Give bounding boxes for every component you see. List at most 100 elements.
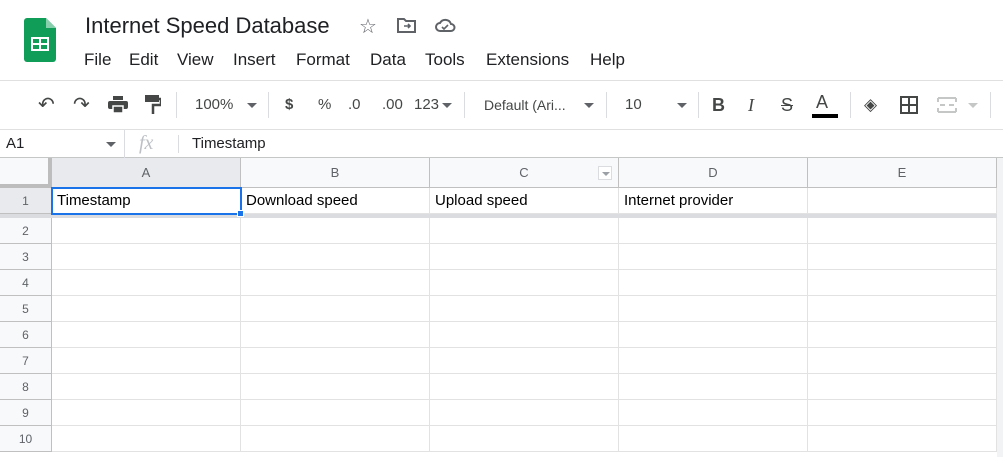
row-header-1[interactable]: 1 <box>0 188 52 214</box>
cell-c4[interactable] <box>430 270 619 296</box>
cell-d10[interactable] <box>619 426 808 452</box>
cell-d4[interactable] <box>619 270 808 296</box>
font-size-select[interactable]: 10 <box>625 95 642 115</box>
cell-b7[interactable] <box>241 348 430 374</box>
font-select[interactable]: Default (Ari... <box>484 95 566 115</box>
cell-e1[interactable] <box>808 188 997 214</box>
cell-d2[interactable] <box>619 218 808 244</box>
menu-view[interactable]: View <box>177 50 214 70</box>
merge-cells-icon[interactable] <box>937 97 957 113</box>
cell-e6[interactable] <box>808 322 997 348</box>
fill-color-icon[interactable]: ◈ <box>864 95 877 115</box>
menu-tools[interactable]: Tools <box>425 50 465 70</box>
column-header-d[interactable]: D <box>619 158 808 188</box>
decrease-decimal-button[interactable]: .0 <box>348 95 361 115</box>
row-header-10[interactable]: 10 <box>0 426 52 452</box>
fill-handle[interactable] <box>237 210 244 217</box>
cell-c1[interactable]: Upload speed <box>430 188 619 214</box>
menu-edit[interactable]: Edit <box>129 50 158 70</box>
menu-help[interactable]: Help <box>590 50 625 70</box>
cell-d7[interactable] <box>619 348 808 374</box>
spreadsheet-grid[interactable]: A B C D E 1 Timestamp Download speed Upload spee… <box>0 158 1003 457</box>
column-header-b[interactable]: B <box>241 158 430 188</box>
cell-e3[interactable] <box>808 244 997 270</box>
zoom-select[interactable]: 100% <box>195 95 233 115</box>
star-icon[interactable]: ☆ <box>359 14 377 39</box>
undo-icon[interactable]: ↶ <box>38 95 55 115</box>
cell-b10[interactable] <box>241 426 430 452</box>
sheets-logo[interactable] <box>24 18 56 62</box>
cell-a9[interactable] <box>52 400 241 426</box>
row-header-4[interactable]: 4 <box>0 270 52 296</box>
cell-b6[interactable] <box>241 322 430 348</box>
column-header-a[interactable]: A <box>52 158 241 188</box>
cell-c10[interactable] <box>430 426 619 452</box>
cell-e8[interactable] <box>808 374 997 400</box>
print-icon[interactable] <box>108 96 128 114</box>
row-header-3[interactable]: 3 <box>0 244 52 270</box>
document-title[interactable]: Internet Speed Database <box>85 13 330 39</box>
cell-c3[interactable] <box>430 244 619 270</box>
cell-c9[interactable] <box>430 400 619 426</box>
cell-d3[interactable] <box>619 244 808 270</box>
cell-e4[interactable] <box>808 270 997 296</box>
cell-c2[interactable] <box>430 218 619 244</box>
menu-format[interactable]: Format <box>296 50 350 70</box>
cell-b1[interactable]: Download speed <box>241 188 430 214</box>
cell-c5[interactable] <box>430 296 619 322</box>
cell-a5[interactable] <box>52 296 241 322</box>
cell-e10[interactable] <box>808 426 997 452</box>
redo-icon[interactable]: ↷ <box>73 95 90 115</box>
row-header-2[interactable]: 2 <box>0 218 52 244</box>
cell-d6[interactable] <box>619 322 808 348</box>
cell-e9[interactable] <box>808 400 997 426</box>
cell-d8[interactable] <box>619 374 808 400</box>
filter-dropdown-icon[interactable] <box>598 166 612 180</box>
menu-insert[interactable]: Insert <box>233 50 276 70</box>
cell-a2[interactable] <box>52 218 241 244</box>
vertical-scrollbar[interactable] <box>997 158 1003 457</box>
cloud-saved-icon[interactable] <box>434 17 456 33</box>
menu-extensions[interactable]: Extensions <box>486 50 569 70</box>
formula-input[interactable]: Timestamp <box>192 135 266 152</box>
cell-b8[interactable] <box>241 374 430 400</box>
cell-b5[interactable] <box>241 296 430 322</box>
row-header-5[interactable]: 5 <box>0 296 52 322</box>
italic-button[interactable]: I <box>748 95 754 115</box>
name-box[interactable]: A1 <box>6 135 24 152</box>
column-header-e[interactable]: E <box>808 158 997 188</box>
column-header-c[interactable]: C <box>430 158 619 188</box>
cell-b2[interactable] <box>241 218 430 244</box>
number-format-button[interactable]: 123 <box>414 95 439 115</box>
cell-a8[interactable] <box>52 374 241 400</box>
paint-format-icon[interactable] <box>145 95 161 115</box>
percent-format-button[interactable]: % <box>318 95 331 115</box>
menu-data[interactable]: Data <box>370 50 406 70</box>
cell-a10[interactable] <box>52 426 241 452</box>
row-header-6[interactable]: 6 <box>0 322 52 348</box>
move-to-folder-icon[interactable] <box>397 17 417 33</box>
row-header-9[interactable]: 9 <box>0 400 52 426</box>
cell-e2[interactable] <box>808 218 997 244</box>
cell-c6[interactable] <box>430 322 619 348</box>
select-all-corner[interactable] <box>0 158 52 188</box>
text-color-button[interactable]: A <box>816 92 828 112</box>
cell-b4[interactable] <box>241 270 430 296</box>
cell-c7[interactable] <box>430 348 619 374</box>
cell-d1[interactable]: Internet provider <box>619 188 808 214</box>
cell-a3[interactable] <box>52 244 241 270</box>
cell-a4[interactable] <box>52 270 241 296</box>
menu-file[interactable]: File <box>84 50 111 70</box>
row-header-7[interactable]: 7 <box>0 348 52 374</box>
strikethrough-button[interactable]: S <box>781 95 793 115</box>
increase-decimal-button[interactable]: .00 <box>382 95 403 115</box>
cell-b3[interactable] <box>241 244 430 270</box>
cell-d5[interactable] <box>619 296 808 322</box>
currency-format-button[interactable]: $ <box>285 95 293 115</box>
cell-c8[interactable] <box>430 374 619 400</box>
cell-e5[interactable] <box>808 296 997 322</box>
cell-e7[interactable] <box>808 348 997 374</box>
borders-icon[interactable] <box>900 96 918 114</box>
bold-button[interactable]: B <box>712 95 725 115</box>
cell-b9[interactable] <box>241 400 430 426</box>
